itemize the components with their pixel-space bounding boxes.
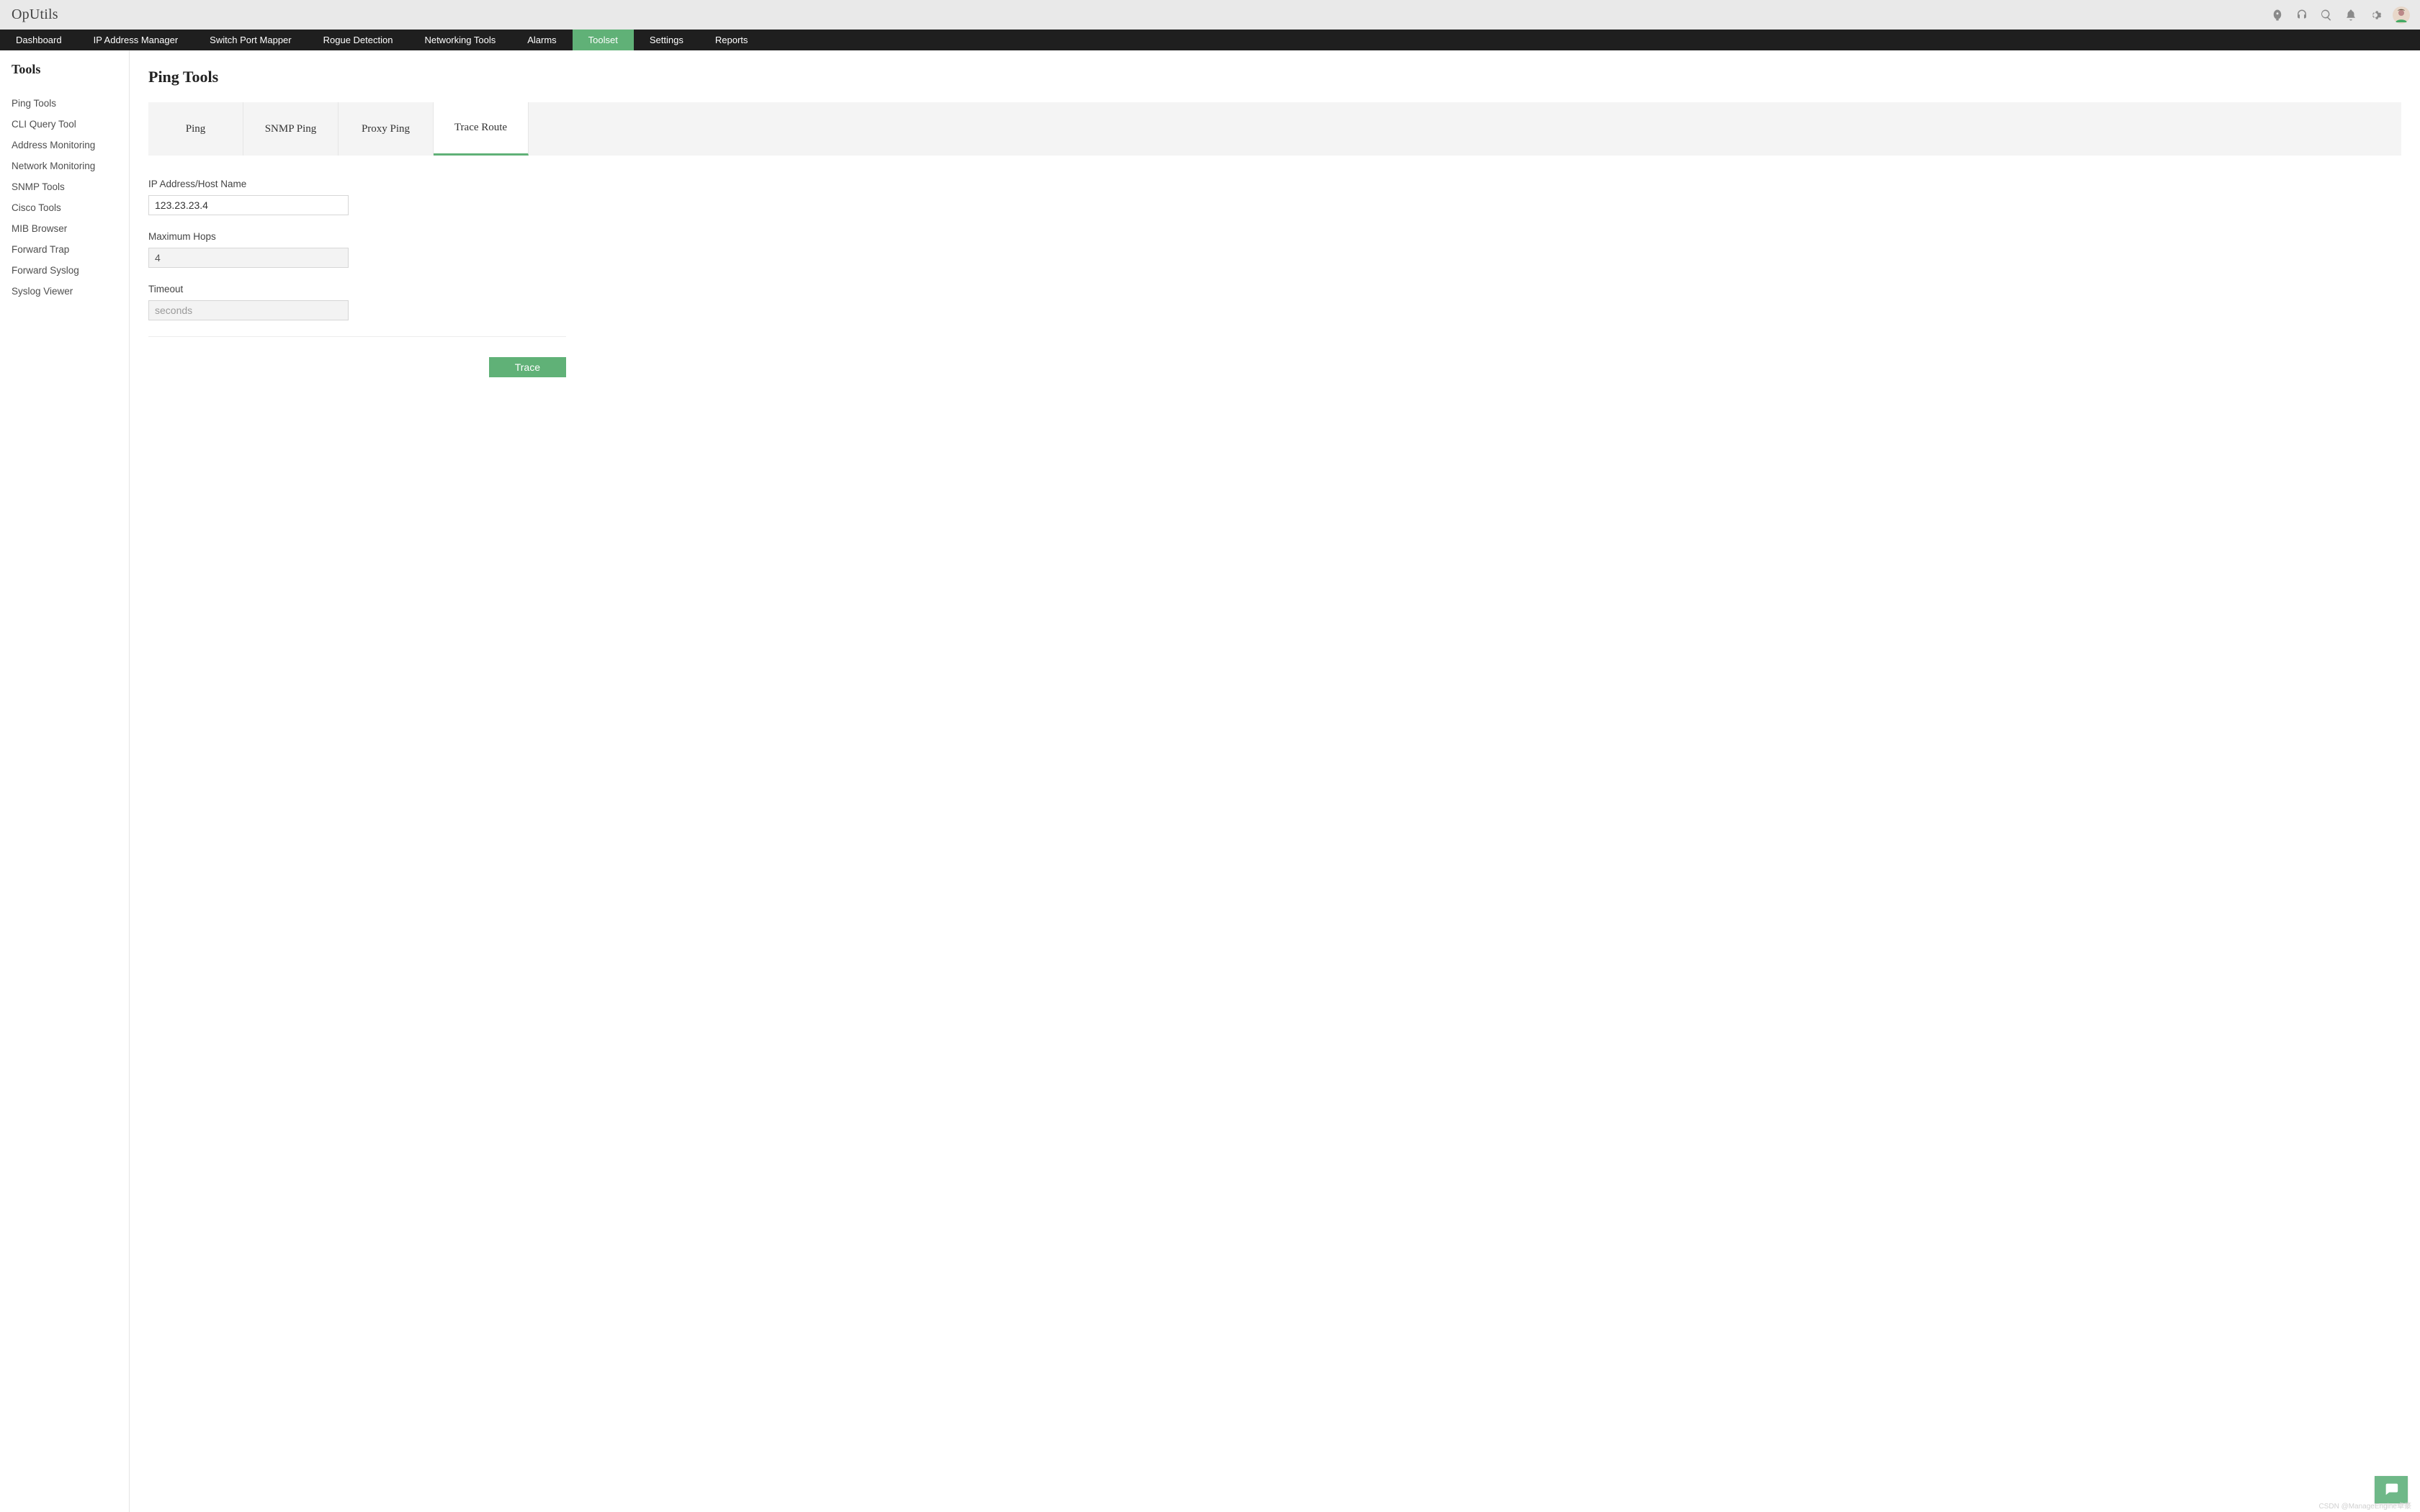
tabs-filler xyxy=(529,102,2401,156)
timeout-input[interactable] xyxy=(148,300,349,320)
maxhops-input[interactable] xyxy=(148,248,349,268)
nav-dashboard[interactable]: Dashboard xyxy=(0,30,78,50)
headset-icon[interactable] xyxy=(2295,8,2309,22)
avatar[interactable] xyxy=(2393,6,2410,24)
trace-route-form: IP Address/Host Name Maximum Hops Timeou… xyxy=(148,179,566,377)
form-group-ip: IP Address/Host Name xyxy=(148,179,566,215)
sidebar-item-cli-query-tool[interactable]: CLI Query Tool xyxy=(12,114,117,135)
sidebar-item-mib-browser[interactable]: MIB Browser xyxy=(12,218,117,239)
tabs: Ping SNMP Ping Proxy Ping Trace Route xyxy=(148,102,2401,156)
maxhops-label: Maximum Hops xyxy=(148,231,566,242)
topbar: OpUtils xyxy=(0,0,2420,30)
chat-fab[interactable] xyxy=(2375,1476,2408,1503)
nav-networking-tools[interactable]: Networking Tools xyxy=(408,30,511,50)
ip-label: IP Address/Host Name xyxy=(148,179,566,189)
sidebar-item-snmp-tools[interactable]: SNMP Tools xyxy=(12,176,117,197)
brand-name: OpUtils xyxy=(12,6,58,23)
layout: Tools Ping Tools CLI Query Tool Address … xyxy=(0,50,2420,1512)
ip-input[interactable] xyxy=(148,195,349,215)
sidebar-item-cisco-tools[interactable]: Cisco Tools xyxy=(12,197,117,218)
form-divider xyxy=(148,336,566,337)
rocket-icon[interactable] xyxy=(2270,8,2285,22)
sidebar-item-forward-syslog[interactable]: Forward Syslog xyxy=(12,260,117,281)
bell-icon[interactable] xyxy=(2344,8,2358,22)
sidebar: Tools Ping Tools CLI Query Tool Address … xyxy=(0,50,130,1512)
gear-icon[interactable] xyxy=(2368,8,2383,22)
nav-alarms[interactable]: Alarms xyxy=(511,30,572,50)
sidebar-item-network-monitoring[interactable]: Network Monitoring xyxy=(12,156,117,176)
nav-ip-address-manager[interactable]: IP Address Manager xyxy=(78,30,194,50)
sidebar-title: Tools xyxy=(12,62,117,77)
nav-reports[interactable]: Reports xyxy=(699,30,764,50)
timeout-label: Timeout xyxy=(148,284,566,294)
nav-switch-port-mapper[interactable]: Switch Port Mapper xyxy=(194,30,307,50)
main-content: Ping Tools Ping SNMP Ping Proxy Ping Tra… xyxy=(130,50,2420,1512)
topbar-icons xyxy=(2270,6,2410,24)
form-group-timeout: Timeout xyxy=(148,284,566,320)
nav-settings[interactable]: Settings xyxy=(634,30,699,50)
main-nav: Dashboard IP Address Manager Switch Port… xyxy=(0,30,2420,50)
search-icon[interactable] xyxy=(2319,8,2334,22)
chat-icon xyxy=(2383,1481,2399,1499)
sidebar-item-ping-tools[interactable]: Ping Tools xyxy=(12,93,117,114)
tab-proxy-ping[interactable]: Proxy Ping xyxy=(339,102,434,156)
trace-button[interactable]: Trace xyxy=(489,357,566,377)
nav-toolset[interactable]: Toolset xyxy=(573,30,634,50)
tab-ping[interactable]: Ping xyxy=(148,102,243,156)
form-group-maxhops: Maximum Hops xyxy=(148,231,566,268)
page-title: Ping Tools xyxy=(148,68,2401,86)
tab-snmp-ping[interactable]: SNMP Ping xyxy=(243,102,339,156)
sidebar-item-forward-trap[interactable]: Forward Trap xyxy=(12,239,117,260)
sidebar-item-syslog-viewer[interactable]: Syslog Viewer xyxy=(12,281,117,302)
sidebar-item-address-monitoring[interactable]: Address Monitoring xyxy=(12,135,117,156)
nav-rogue-detection[interactable]: Rogue Detection xyxy=(308,30,409,50)
tab-trace-route[interactable]: Trace Route xyxy=(434,102,529,156)
form-actions: Trace xyxy=(148,357,566,377)
